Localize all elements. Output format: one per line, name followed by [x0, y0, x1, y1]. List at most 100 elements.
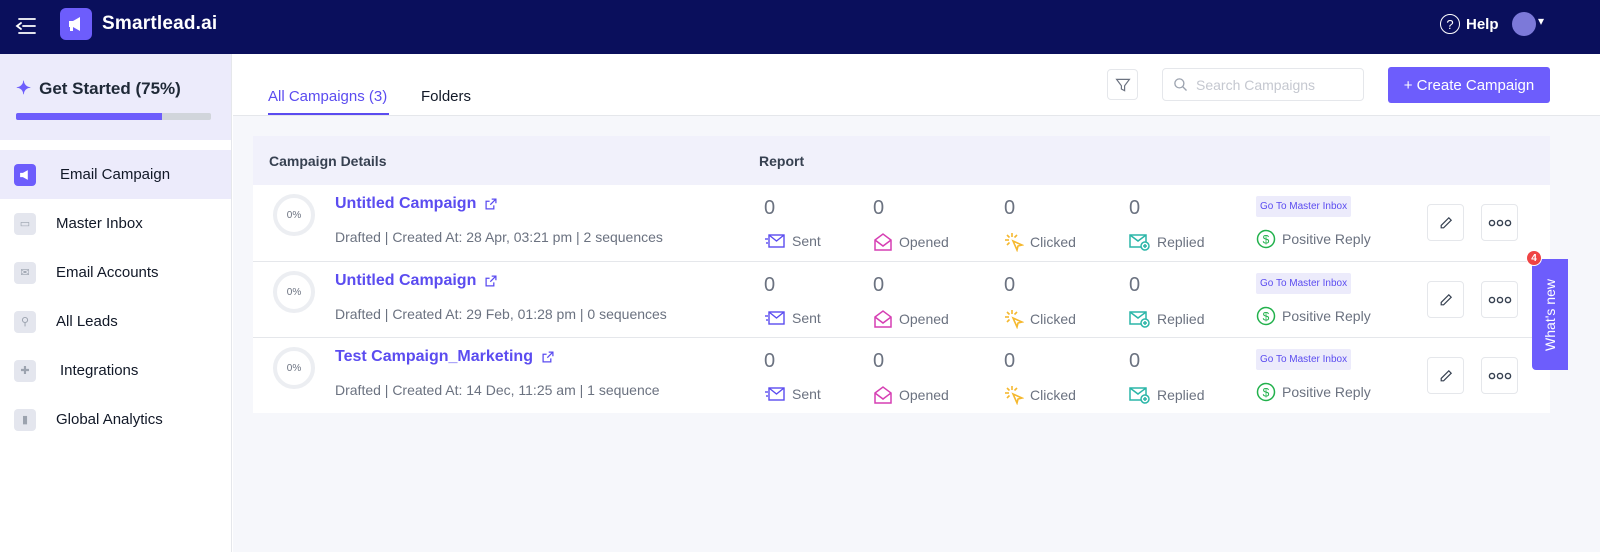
megaphone-icon	[14, 163, 36, 186]
edit-campaign-button[interactable]	[1427, 204, 1464, 241]
sidebar-item-email-accounts[interactable]: ✉ Email Accounts	[0, 248, 231, 297]
external-link-icon[interactable]	[484, 197, 498, 211]
positive-reply-stat: $ Positive Reply	[1256, 306, 1371, 326]
replied-icon	[1129, 311, 1150, 328]
search-box[interactable]	[1162, 68, 1364, 101]
sidebar-item-integrations[interactable]: ✚ Integrations	[0, 346, 231, 395]
sent-count: 0	[764, 350, 776, 372]
opened-label: Opened	[899, 234, 949, 250]
clicked-icon	[1005, 233, 1024, 252]
whats-new-badge: 4	[1526, 250, 1542, 266]
progress-value: 0%	[286, 209, 302, 221]
tab-folders[interactable]: Folders	[421, 88, 471, 105]
clicked-stat: Clicked	[1004, 385, 1076, 405]
more-options-button[interactable]	[1481, 357, 1518, 394]
table-body: 0% Untitled Campaign Drafted | Created A…	[253, 185, 1550, 413]
tabs-bar: All Campaigns (3) Folders + Create Campa…	[233, 54, 1600, 116]
go-to-master-inbox-button[interactable]: Go To Master Inbox	[1256, 349, 1352, 370]
sidebar-item-all-leads[interactable]: ⚲ All Leads	[0, 297, 231, 346]
clicked-label: Clicked	[1030, 234, 1076, 250]
sent-icon	[765, 387, 785, 401]
whats-new-tab[interactable]: What's new	[1532, 259, 1568, 370]
whats-new-label: What's new	[1542, 278, 1559, 351]
sent-icon	[765, 234, 785, 248]
opened-stat: Opened	[873, 309, 949, 329]
sidebar-item-label: Email Accounts	[56, 264, 159, 281]
get-started-label: Get Started (75%)	[39, 78, 181, 98]
dollar-icon: $	[1256, 382, 1276, 402]
more-options-button[interactable]	[1481, 204, 1518, 241]
sidebar-item-global-analytics[interactable]: ▮ Global Analytics	[0, 395, 231, 444]
create-campaign-button[interactable]: + Create Campaign	[1388, 67, 1550, 103]
edit-campaign-button[interactable]	[1427, 357, 1464, 394]
opened-count: 0	[873, 274, 885, 296]
progress-value: 0%	[286, 286, 302, 298]
header-campaign-details: Campaign Details	[269, 153, 387, 169]
positive-reply-label: Positive Reply	[1282, 384, 1371, 400]
puzzle-icon: ✚	[14, 359, 36, 382]
opened-stat: Opened	[873, 385, 949, 405]
progress-ring: 0%	[273, 347, 315, 389]
opened-icon	[874, 386, 892, 404]
clicked-label: Clicked	[1030, 387, 1076, 403]
get-started-panel[interactable]: ✦ Get Started (75%)	[0, 54, 231, 140]
tab-all-campaigns[interactable]: All Campaigns (3)	[268, 88, 387, 105]
sidebar-item-label: Global Analytics	[56, 411, 163, 428]
get-started-progress-fill	[16, 113, 163, 120]
sidebar-item-label: All Leads	[56, 313, 118, 330]
top-navigation-bar: Smartlead.ai ? Help ▾	[0, 0, 1600, 54]
table-header: Campaign Details Report	[253, 136, 1550, 185]
main-content: All Campaigns (3) Folders + Create Campa…	[233, 54, 1600, 552]
app-logo-icon[interactable]	[60, 8, 92, 40]
replied-label: Replied	[1157, 387, 1205, 403]
clicked-count: 0	[1004, 274, 1016, 296]
go-to-master-inbox-button[interactable]: Go To Master Inbox	[1256, 273, 1352, 294]
sidebar-item-label: Master Inbox	[56, 215, 143, 232]
replied-icon	[1129, 387, 1150, 404]
sidebar-nav: Email Campaign ▭ Master Inbox ✉ Email Ac…	[0, 150, 231, 444]
help-button[interactable]: ? Help	[1440, 14, 1499, 34]
sent-stat: Sent	[764, 385, 821, 403]
campaign-name-link[interactable]: Untitled Campaign	[335, 272, 476, 290]
more-options-icon	[1488, 296, 1511, 303]
edit-campaign-button[interactable]	[1427, 281, 1464, 318]
lead-icon: ⚲	[14, 310, 36, 333]
replied-stat: Replied	[1129, 232, 1204, 252]
search-icon	[1174, 78, 1187, 91]
svg-text:$: $	[1263, 310, 1270, 324]
chevron-down-icon[interactable]: ▾	[1538, 14, 1544, 28]
opened-count: 0	[873, 350, 885, 372]
progress-ring: 0%	[273, 194, 315, 236]
campaign-meta: Drafted | Created At: 14 Dec, 11:25 am |…	[335, 382, 660, 398]
dollar-icon: $	[1256, 229, 1276, 249]
campaign-name-link[interactable]: Test Campaign_Marketing	[335, 348, 533, 366]
external-link-icon[interactable]	[541, 350, 555, 364]
table-row: 0% Untitled Campaign Drafted | Created A…	[253, 261, 1550, 337]
help-icon: ?	[1440, 14, 1460, 34]
more-options-button[interactable]	[1481, 281, 1518, 318]
more-options-icon	[1488, 372, 1511, 379]
campaign-name-link[interactable]: Untitled Campaign	[335, 195, 476, 213]
filter-icon	[1114, 78, 1131, 92]
go-to-master-inbox-button[interactable]: Go To Master Inbox	[1256, 196, 1352, 217]
search-input[interactable]	[1196, 76, 1356, 93]
positive-reply-stat: $ Positive Reply	[1256, 382, 1371, 402]
sidebar-item-label: Email Campaign	[60, 166, 171, 183]
sent-count: 0	[764, 197, 776, 219]
sidebar-item-label: Integrations	[60, 362, 139, 379]
menu-toggle-icon[interactable]	[14, 14, 38, 38]
sidebar-item-master-inbox[interactable]: ▭ Master Inbox	[0, 199, 231, 248]
replied-stat: Replied	[1129, 309, 1204, 329]
external-link-icon[interactable]	[484, 274, 498, 288]
clicked-label: Clicked	[1030, 311, 1076, 327]
active-tab-indicator	[268, 113, 389, 115]
table-row: 0% Untitled Campaign Drafted | Created A…	[253, 185, 1550, 261]
sidebar-item-email-campaign[interactable]: Email Campaign	[0, 150, 231, 199]
filter-button[interactable]	[1107, 69, 1138, 100]
clicked-count: 0	[1004, 350, 1016, 372]
dollar-icon: $	[1256, 306, 1276, 326]
user-avatar[interactable]	[1512, 12, 1536, 36]
sent-stat: Sent	[764, 309, 821, 327]
replied-label: Replied	[1157, 311, 1205, 327]
app-logo-text[interactable]: Smartlead.ai	[102, 13, 217, 35]
